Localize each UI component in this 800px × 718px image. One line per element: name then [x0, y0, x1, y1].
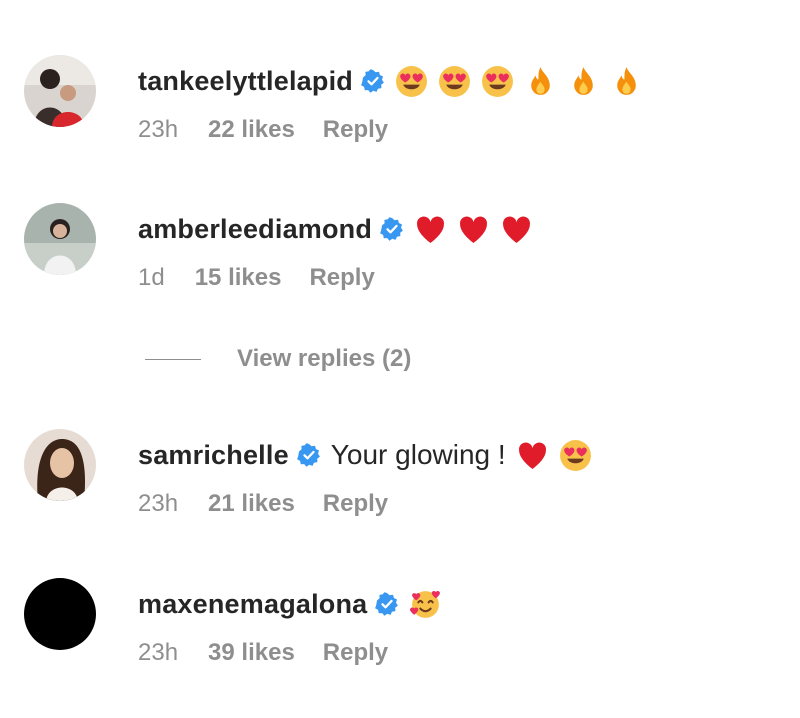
comment-time: 23h [138, 490, 179, 517]
username[interactable]: amberleediamond [138, 214, 372, 245]
username[interactable]: tankeelyttlelapid [138, 66, 353, 97]
red-heart-emoji [500, 213, 533, 246]
reply-button[interactable]: Reply [309, 264, 374, 292]
red-heart-emoji [516, 439, 549, 472]
likes-count[interactable]: 15 likes [195, 264, 282, 292]
fire-emoji [567, 65, 600, 98]
likes-count[interactable]: 21 likes [208, 490, 295, 518]
comment-header: amberleediamond [138, 209, 533, 249]
username[interactable]: samrichelle [138, 440, 289, 471]
comment-meta: 1d 15 likes Reply [138, 263, 375, 293]
divider [145, 358, 201, 360]
comment-item: amberleediamond 1d 15 likes Reply [0, 203, 800, 323]
heart-eyes-emoji [438, 65, 471, 98]
avatar[interactable] [24, 203, 96, 275]
likes-count[interactable]: 39 likes [208, 639, 295, 667]
avatar[interactable] [24, 578, 96, 650]
verified-badge-icon [380, 217, 404, 241]
reply-button[interactable]: Reply [323, 116, 388, 144]
likes-count[interactable]: 22 likes [208, 116, 295, 144]
comment-time: 23h [138, 639, 179, 666]
comment-emojis [395, 65, 643, 98]
verified-badge-icon [361, 69, 385, 93]
comment-time: 1d [138, 264, 165, 291]
smiling-face-with-hearts-emoji [409, 588, 442, 621]
comment-meta: 23h 21 likes Reply [138, 489, 388, 519]
comment-header: maxenemagalona [138, 584, 442, 624]
comment-emojis [516, 439, 592, 472]
comment-time: 23h [138, 116, 179, 143]
comment-meta: 23h 22 likes Reply [138, 115, 388, 145]
comment-header: tankeelyttlelapid [138, 61, 643, 101]
reply-button[interactable]: Reply [323, 490, 388, 518]
comment-item: maxenemagalona 23h 39 likes Reply [0, 578, 800, 698]
comment-item: tankeelyttlelapid 23h 22 likes Reply [0, 55, 800, 175]
comment-text: Your glowing ! [330, 439, 506, 470]
reply-button[interactable]: Reply [323, 639, 388, 667]
verified-badge-icon [296, 443, 321, 467]
comment-header: samrichelle Your glowing ! [138, 435, 592, 475]
username[interactable]: maxenemagalona [138, 589, 367, 620]
verified-badge-icon [375, 592, 399, 616]
view-replies-label: View replies (2) [237, 345, 412, 372]
red-heart-emoji [457, 213, 490, 246]
comment-item: samrichelle Your glowing ! 23h 21 likes … [0, 429, 800, 549]
avatar[interactable] [24, 55, 96, 127]
comment-meta: 23h 39 likes Reply [138, 638, 388, 668]
heart-eyes-emoji [481, 65, 514, 98]
fire-emoji [524, 65, 557, 98]
red-heart-emoji [414, 213, 447, 246]
heart-eyes-emoji [395, 65, 428, 98]
avatar[interactable] [24, 429, 96, 501]
fire-emoji [610, 65, 643, 98]
comment-emojis [409, 588, 442, 621]
heart-eyes-emoji [559, 439, 592, 472]
view-replies-button[interactable]: View replies (2) [145, 344, 411, 374]
comment-emojis [414, 213, 533, 246]
